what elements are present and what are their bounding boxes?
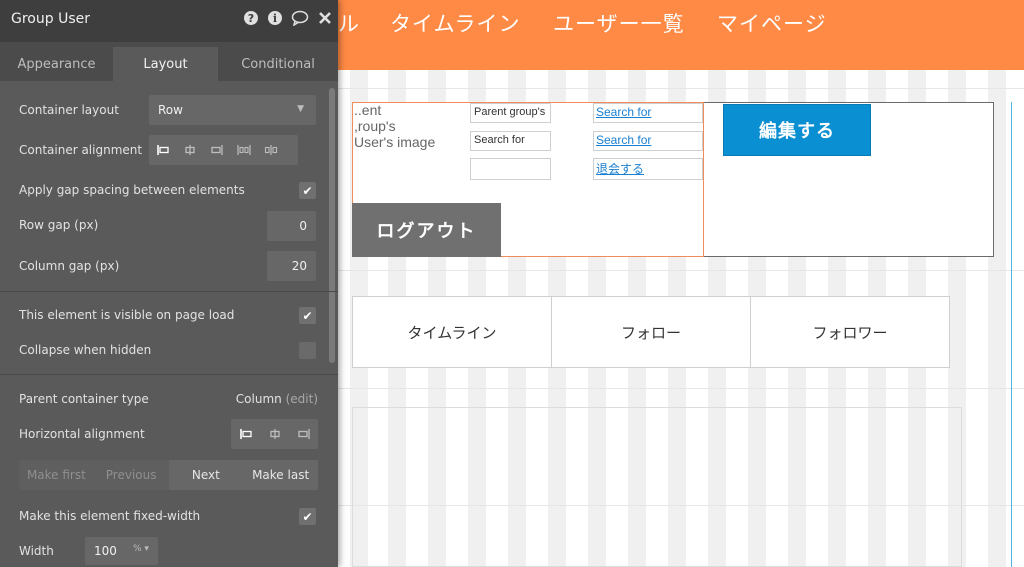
align-right-icon[interactable] [203, 135, 230, 165]
section-divider [0, 374, 338, 375]
make-first-button[interactable]: Make first [19, 460, 94, 490]
panel-tabs[interactable]: Appearance Layout Conditional [0, 47, 338, 81]
nav-item-user-list[interactable]: ユーザー一覧 [553, 8, 685, 38]
column-gap-label: Column gap (px) [19, 259, 120, 273]
container-layout-value: Row [158, 103, 183, 117]
parent-group-text[interactable]: Parent group's [470, 103, 551, 123]
tab-appearance[interactable]: Appearance [0, 47, 113, 81]
close-icon[interactable] [318, 10, 332, 30]
align-left-icon[interactable] [149, 135, 176, 165]
container-layout-dropdown[interactable]: Row ▼ [149, 95, 316, 125]
logout-button[interactable]: ログアウト [352, 203, 501, 257]
align-center-icon[interactable] [176, 135, 203, 165]
comment-icon[interactable] [291, 10, 309, 30]
fixed-width-label: Make this element fixed-width [19, 509, 201, 523]
checkmark-icon: ✔ [302, 509, 313, 524]
grid-row-line [338, 88, 1024, 89]
nav-item-partial[interactable]: ル [338, 8, 360, 38]
content-group[interactable] [352, 407, 962, 567]
tab-conditional[interactable]: Conditional [218, 47, 338, 81]
grid-row-line [338, 388, 1024, 389]
svg-text:i: i [273, 12, 277, 25]
checkmark-icon: ✔ [302, 183, 313, 198]
property-editor-panel[interactable]: Group User ? i Appearance Layout Conditi… [0, 0, 338, 567]
panel-title: Group User [11, 11, 90, 27]
svg-text:?: ? [248, 12, 254, 25]
tab-followers[interactable]: フォロワー [751, 297, 949, 367]
collapse-when-hidden-label: Collapse when hidden [19, 343, 152, 357]
empty-text-box[interactable] [470, 158, 551, 180]
search-for-text[interactable]: Search for [470, 131, 551, 151]
width-input[interactable]: 100 % ▾ [85, 537, 158, 565]
fixed-width-checkbox[interactable]: ✔ [299, 508, 316, 525]
help-icon[interactable]: ? [243, 10, 259, 30]
horizontal-alignment-label: Horizontal alignment [19, 427, 145, 441]
page-boundary-line [1011, 102, 1012, 567]
user-image-placeholder-text: User's image [354, 134, 436, 150]
row-gap-label: Row gap (px) [19, 218, 99, 232]
tab-layout[interactable]: Layout [113, 47, 218, 81]
caret-down-icon: ▼ [297, 104, 304, 114]
h-align-right-icon[interactable] [289, 419, 318, 449]
element-order-buttons[interactable]: Make first Previous Next Make last [19, 460, 318, 490]
checkmark-icon: ✔ [302, 308, 313, 323]
withdraw-link[interactable]: 退会する [593, 158, 703, 180]
gap-spacing-checkbox[interactable]: ✔ [299, 182, 316, 199]
visible-on-load-checkbox[interactable]: ✔ [299, 307, 316, 324]
panel-scrollbar[interactable] [329, 88, 335, 363]
column-gap-input[interactable]: 20 [267, 251, 316, 281]
container-alignment-buttons[interactable] [149, 135, 298, 165]
horizontal-alignment-buttons[interactable] [231, 419, 318, 449]
width-label: Width [19, 544, 54, 558]
profile-tabs[interactable]: タイムライン フォロー フォロワー [352, 296, 950, 368]
edit-profile-button[interactable]: 編集する [723, 104, 871, 156]
user-image-placeholder-text: ,roup's [354, 118, 396, 134]
search-link-2[interactable]: Search for [593, 131, 703, 151]
user-image-placeholder-text: ..ent [354, 102, 382, 118]
visible-on-load-label: This element is visible on page load [19, 308, 235, 322]
parent-container-type-value[interactable]: Column (edit) [236, 392, 318, 406]
section-divider [0, 291, 338, 292]
info-icon[interactable]: i [267, 10, 283, 30]
previous-button[interactable]: Previous [94, 460, 169, 490]
nav-item-timeline[interactable]: タイムライン [390, 8, 521, 38]
h-align-left-icon[interactable] [231, 419, 260, 449]
next-button[interactable]: Next [168, 460, 244, 490]
row-gap-input[interactable]: 0 [267, 211, 316, 241]
tab-timeline[interactable]: タイムライン [353, 297, 552, 367]
panel-title-bar[interactable]: Group User ? i [0, 0, 338, 42]
collapse-when-hidden-checkbox[interactable] [299, 342, 316, 359]
make-last-button[interactable]: Make last [243, 460, 318, 490]
nav-item-mypage[interactable]: マイページ [717, 8, 827, 38]
tab-following[interactable]: フォロー [552, 297, 751, 367]
container-alignment-label: Container alignment [19, 143, 143, 157]
space-between-icon[interactable] [230, 135, 257, 165]
container-layout-label: Container layout [19, 103, 119, 117]
grid-row-line [338, 270, 1024, 271]
h-align-center-icon[interactable] [260, 419, 289, 449]
parent-container-type-label: Parent container type [19, 392, 149, 406]
gap-spacing-label: Apply gap spacing between elements [19, 183, 245, 197]
edit-parent-type-link[interactable]: (edit) [286, 392, 318, 406]
search-link-1[interactable]: Search for [593, 103, 703, 123]
width-unit-dropdown[interactable]: % ▾ [133, 544, 149, 554]
space-around-icon[interactable] [257, 135, 284, 165]
